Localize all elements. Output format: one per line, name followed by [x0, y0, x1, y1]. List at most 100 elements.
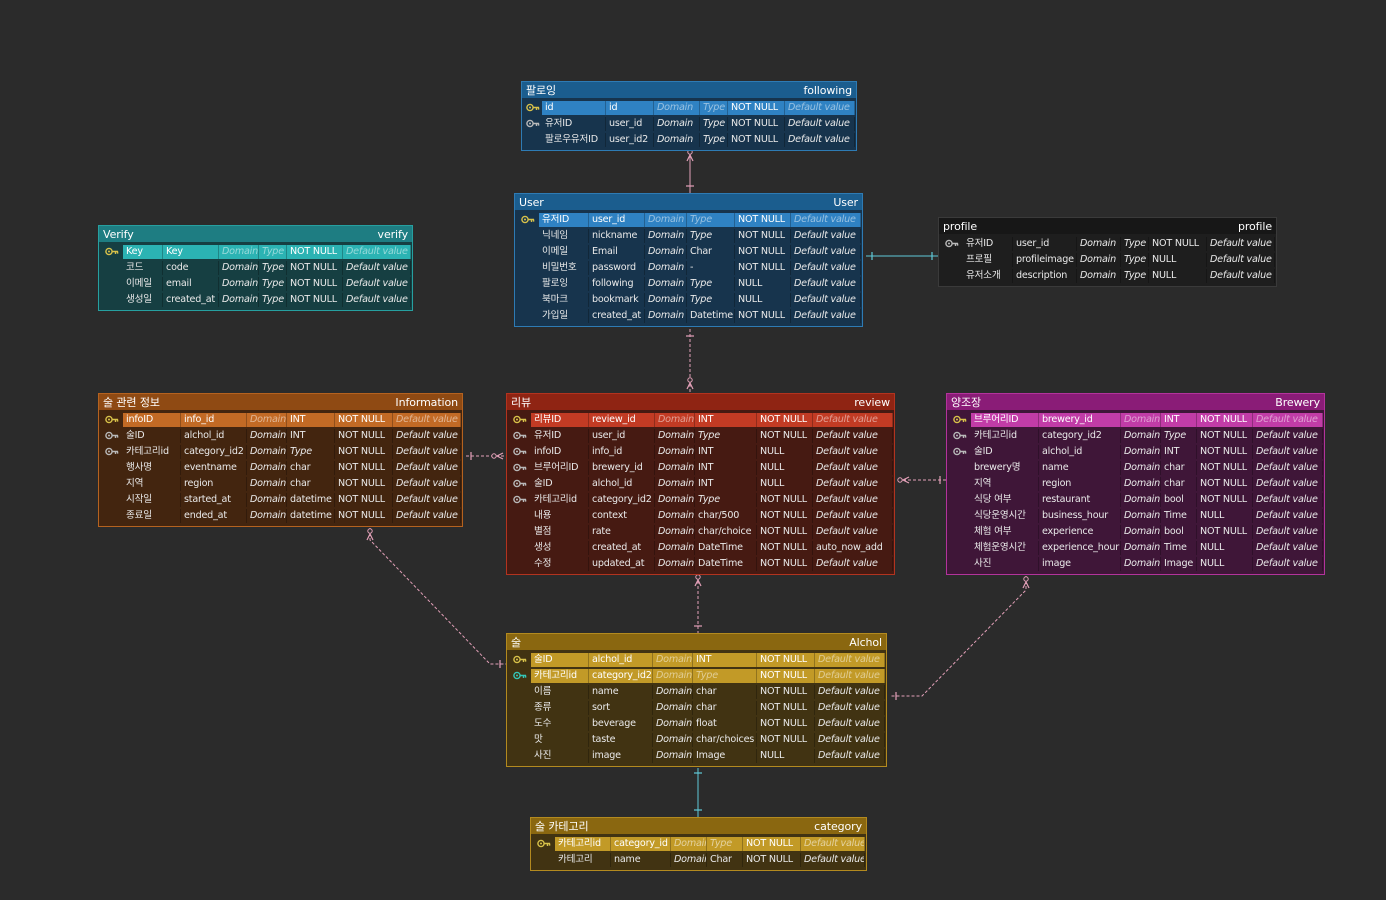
nullable-cell: NOT NULL [757, 493, 813, 507]
table-verify[interactable]: Verify verify Key Key Domain Type NOT NULL Defa… [98, 225, 413, 311]
foreign-key-icon [524, 117, 542, 131]
column-row[interactable]: brewery명 name Domain char NOT NULL Default va… [949, 460, 1323, 476]
physical-name: Key [163, 245, 219, 259]
column-row[interactable]: infoID info_id Domain INT NULL Default value [509, 444, 893, 460]
table-header[interactable]: Verify verify [99, 226, 412, 242]
column-row[interactable]: 카테고리id category_id Domain Type NOT NULL Defau… [533, 836, 865, 852]
default-cell: Default value [1253, 413, 1323, 427]
nullable-cell: NULL [757, 461, 813, 475]
logical-name: 이름 [531, 685, 589, 699]
column-row[interactable]: 비밀번호 password Domain - NOT NULL Default value [517, 260, 861, 276]
no-key [509, 701, 531, 715]
column-row[interactable]: 술ID alchol_id Domain INT NOT NULL Default val… [101, 428, 461, 444]
column-row[interactable]: 내용 context Domain char/500 NOT NULL Default v… [509, 508, 893, 524]
column-row[interactable]: id id Domain Type NOT NULL Default value [524, 100, 855, 116]
table-header[interactable]: 팔로잉 following [522, 82, 856, 98]
logical-name: brewery명 [971, 461, 1039, 475]
relation-information-review[interactable] [466, 452, 506, 460]
column-row[interactable]: 술ID alchol_id Domain INT NOT NULL Default val… [509, 652, 885, 668]
column-row[interactable]: 수정 updated_at Domain DateTime NOT NULL Defaul… [509, 556, 893, 572]
table-information[interactable]: 술 관련 정보 Information infoID info_id Domain INT… [98, 393, 463, 527]
relation-brewery-alchol[interactable] [890, 576, 1030, 700]
column-row[interactable]: 이메일 email Domain Type NOT NULL Default value [101, 276, 411, 292]
table-header[interactable]: User User [515, 194, 862, 210]
column-row[interactable]: 카테고리id category_id2 Domain Type NOT NULL Defa… [949, 428, 1323, 444]
column-row[interactable]: 생성일 created_at Domain Type NOT NULL Default v… [101, 292, 411, 308]
column-row[interactable]: 술ID alchol_id Domain INT NOT NULL Default val… [949, 444, 1323, 460]
column-row[interactable]: 카테고리id category_id2 Domain Type NOT NULL Defa… [509, 668, 885, 684]
relation-review-alchol[interactable] [694, 574, 702, 633]
table-header[interactable]: 양조장 Brewery [947, 394, 1324, 410]
column-row[interactable]: infoID info_id Domain INT NOT NULL Default va… [101, 412, 461, 428]
column-row[interactable]: 지역 region Domain char NOT NULL Default value [101, 476, 461, 492]
relation-user-review[interactable] [686, 329, 694, 393]
column-row[interactable]: 술ID alchol_id Domain INT NULL Default value [509, 476, 893, 492]
column-row[interactable]: 북마크 bookmark Domain Type NULL Default value [517, 292, 861, 308]
column-row[interactable]: 체험운영시간 experience_hour Domain Time NULL Defau… [949, 540, 1323, 556]
column-row[interactable]: 유저소개 description Domain Type NULL Default val… [941, 268, 1275, 284]
column-row[interactable]: 프로필 profileimage Domain Type NULL Default val… [941, 252, 1275, 268]
column-row[interactable]: 사진 image Domain Image NULL Default value [509, 748, 885, 764]
physical-name: region [1039, 477, 1121, 491]
column-row[interactable]: 맛 taste Domain char/choices NOT NULL Default … [509, 732, 885, 748]
type-cell: Type [700, 133, 728, 147]
column-row[interactable]: 이름 name Domain char NOT NULL Default value [509, 684, 885, 700]
table-header[interactable]: 리뷰 review [507, 394, 894, 410]
nullable-cell: NOT NULL [287, 277, 343, 291]
foreign-key-icon [941, 237, 963, 251]
column-row[interactable]: 리뷰ID review_id Domain INT NOT NULL Default va… [509, 412, 893, 428]
logical-name: 코드 [123, 261, 163, 275]
column-row[interactable]: 유저ID user_id Domain Type NOT NULL Default val… [517, 212, 861, 228]
column-row[interactable]: 종료일 ended_at Domain datetime NOT NULL Default… [101, 508, 461, 524]
column-row[interactable]: 종류 sort Domain char NOT NULL Default value [509, 700, 885, 716]
physical-name: profileimage [1013, 253, 1077, 267]
column-row[interactable]: 식당 여부 restaurant Domain bool NOT NULL Default… [949, 492, 1323, 508]
table-header[interactable]: 술 카테고리 category [531, 818, 866, 834]
column-row[interactable]: 식당운영시간 business_hour Domain Time NULL Default… [949, 508, 1323, 524]
relation-information-alchol[interactable] [366, 528, 506, 668]
type-cell: float [693, 717, 757, 731]
table-brewery[interactable]: 양조장 Brewery 브루어리ID brewery_id Domain INT NOT N… [946, 393, 1325, 575]
column-row[interactable]: 닉네임 nickname Domain Type NOT NULL Default val… [517, 228, 861, 244]
relation-brewery-review[interactable] [897, 476, 946, 484]
column-row[interactable]: 행사명 eventname Domain char NOT NULL Default va… [101, 460, 461, 476]
column-row[interactable]: 유저ID user_id Domain Type NOT NULL Default val… [941, 236, 1275, 252]
column-row[interactable]: 카테고리id category_id2 Domain Type NOT NULL Defa… [509, 492, 893, 508]
primary-key-icon [524, 101, 542, 115]
column-row[interactable]: Key Key Domain Type NOT NULL Default value [101, 244, 411, 260]
column-row[interactable]: 브루어리ID brewery_id Domain INT NULL Default val… [509, 460, 893, 476]
column-row[interactable]: 생성 created_at Domain DateTime NOT NULL auto_n… [509, 540, 893, 556]
table-following[interactable]: 팔로잉 following id id Domain Type NOT NULL Defaul… [521, 81, 857, 151]
physical-name: taste [589, 733, 653, 747]
type-cell: Image [1161, 557, 1197, 571]
relation-following-user[interactable] [686, 149, 694, 193]
column-row[interactable]: 사진 image Domain Image NULL Default value [949, 556, 1323, 572]
column-row[interactable]: 도수 beverage Domain float NOT NULL Default val… [509, 716, 885, 732]
table-header[interactable]: 술 관련 정보 Information [99, 394, 462, 410]
column-row[interactable]: 체험 여부 experience Domain bool NOT NULL Default… [949, 524, 1323, 540]
relation-alchol-category[interactable] [694, 768, 702, 817]
relation-user-profile[interactable] [866, 252, 938, 260]
column-row[interactable]: 카테고리 name Domain Char NOT NULL Default value [533, 852, 865, 868]
column-row[interactable]: 팔로우유저ID user_id2 Domain Type NOT NULL Default… [524, 132, 855, 148]
column-row[interactable]: 시작일 started_at Domain datetime NOT NULL Defau… [101, 492, 461, 508]
logical-name: 카테고리id [971, 429, 1039, 443]
column-row[interactable]: 이메일 Email Domain Char NOT NULL Default value [517, 244, 861, 260]
column-row[interactable]: 유저ID user_id Domain Type NOT NULL Default val… [524, 116, 855, 132]
column-row[interactable]: 코드 code Domain Type NOT NULL Default value [101, 260, 411, 276]
column-row[interactable]: 지역 region Domain char NOT NULL Default value [949, 476, 1323, 492]
column-row[interactable]: 팔로잉 following Domain Type NULL Default value [517, 276, 861, 292]
column-row[interactable]: 별점 rate Domain char/choice NOT NULL Default v… [509, 524, 893, 540]
column-row[interactable]: 가입일 created_at Domain Datetime NOT NULL Defau… [517, 308, 861, 324]
table-alchol[interactable]: 술 Alchol 술ID alchol_id Domain INT NOT NULL Defa… [506, 633, 887, 767]
table-review[interactable]: 리뷰 review 리뷰ID review_id Domain INT NOT NULL De… [506, 393, 895, 575]
column-row[interactable]: 카테고리id category_id2 Domain Type NOT NULL Defa… [101, 444, 461, 460]
column-row[interactable]: 브루어리ID brewery_id Domain INT NOT NULL Default… [949, 412, 1323, 428]
nullable-cell: NULL [735, 293, 791, 307]
table-header[interactable]: profile profile [939, 218, 1276, 234]
table-header[interactable]: 술 Alchol [507, 634, 886, 650]
table-profile[interactable]: profile profile 유저ID user_id Domain Type NOT N… [938, 217, 1277, 287]
column-row[interactable]: 유저ID user_id Domain Type NOT NULL Default val… [509, 428, 893, 444]
table-user[interactable]: User User 유저ID user_id Domain Type NOT NULL Def… [514, 193, 863, 327]
table-category[interactable]: 술 카테고리 category 카테고리id category_id Domain Typ… [530, 817, 867, 871]
